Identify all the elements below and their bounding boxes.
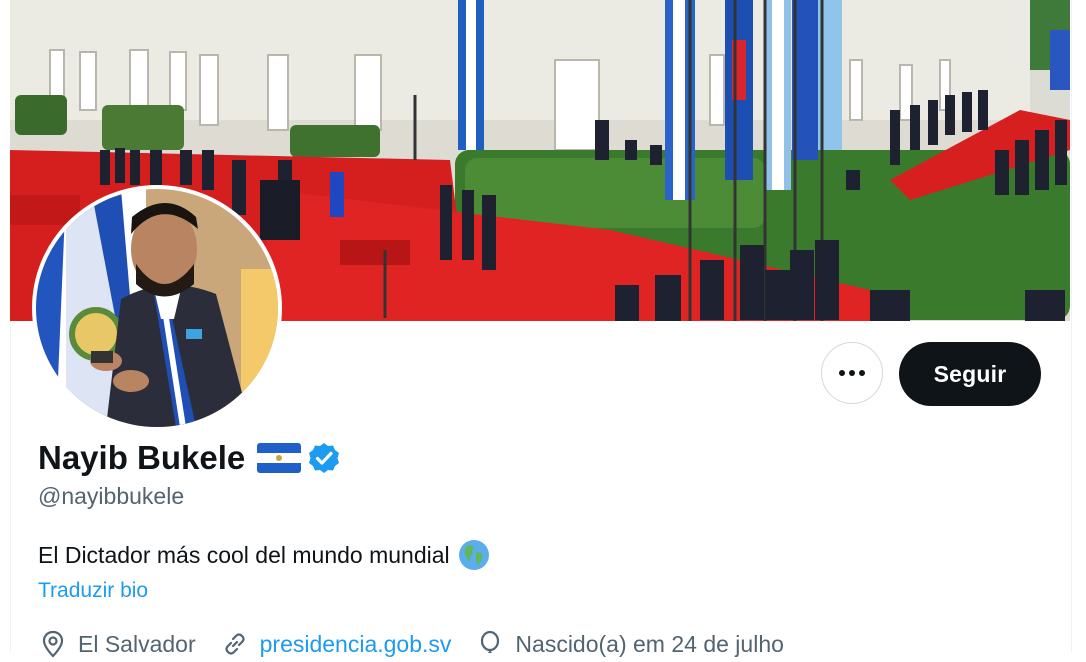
location-item: El Salvador <box>38 629 196 659</box>
avatar[interactable] <box>36 189 278 427</box>
follow-button[interactable]: Seguir <box>899 342 1041 406</box>
website-link[interactable]: presidencia.gob.sv <box>260 631 452 658</box>
balloon-icon <box>481 630 500 653</box>
location-pin-icon <box>42 630 64 658</box>
bio-text: El Dictador más cool del mundo mundial <box>38 541 450 568</box>
more-dots-icon <box>839 370 865 376</box>
link-icon <box>225 633 245 655</box>
birthday-text: Nascido(a) em 24 de julho <box>515 630 784 657</box>
display-name: Nayib Bukele <box>38 439 246 476</box>
profile-meta-row: El Salvador presidencia.gob.sv Nascido(a… <box>38 626 808 662</box>
profile-bio: El Dictador más cool del mundo mundial <box>38 537 490 573</box>
verified-badge-icon[interactable] <box>307 441 341 475</box>
profile-name-row: Nayib Bukele <box>38 436 341 480</box>
translate-bio-link[interactable]: Traduzir bio <box>38 579 148 603</box>
globe-emoji-icon <box>458 539 490 571</box>
website-item[interactable]: presidencia.gob.sv <box>220 629 452 659</box>
location-text: El Salvador <box>78 630 196 657</box>
more-options-button[interactable] <box>821 342 883 404</box>
profile-avatar-frame[interactable] <box>32 185 282 431</box>
el-salvador-flag-icon <box>257 443 302 473</box>
profile-handle: @nayibbukele <box>38 483 185 509</box>
birthday-item: Nascido(a) em 24 de julho <box>475 629 784 659</box>
